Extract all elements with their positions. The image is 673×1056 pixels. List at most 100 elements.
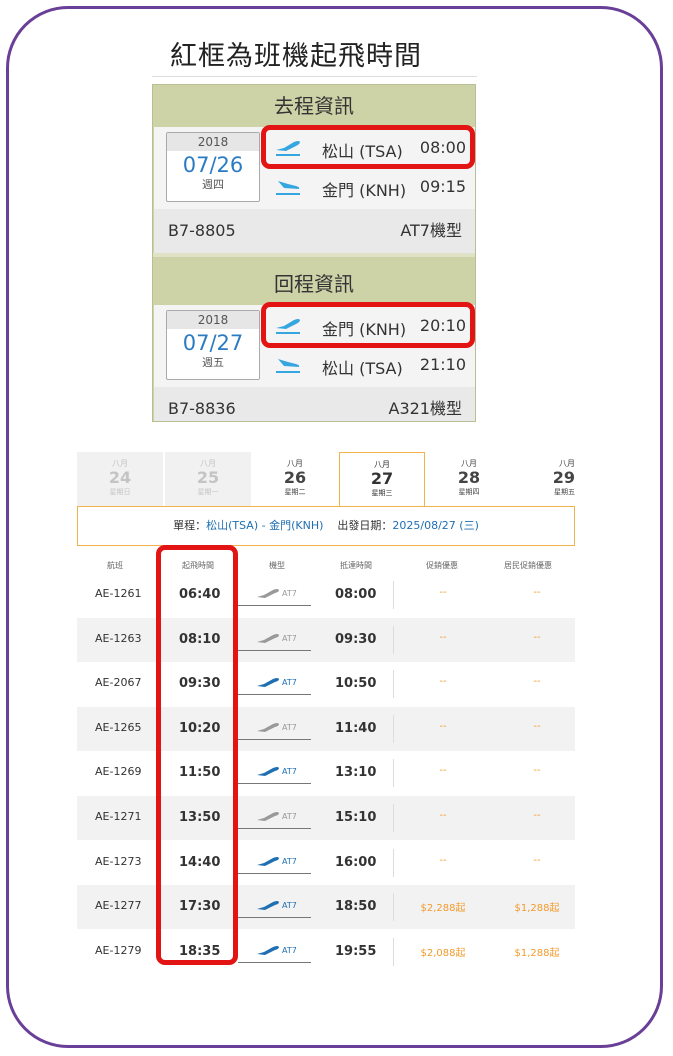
column-divider — [393, 893, 394, 922]
outbound-footer: B7-8805 AT7機型 — [154, 209, 475, 253]
route-bar: 單程：松山(TSA) - 金門(KNH) 出發日期：2025/08/27 (三) — [77, 506, 575, 546]
landing-icon — [276, 181, 300, 195]
col-resident-promo: 居民促銷優惠 — [504, 561, 552, 570]
column-divider — [393, 625, 394, 654]
column-divider — [393, 848, 394, 877]
table-row[interactable]: AE-1261 06:40 AT7 08:00 -- -- — [77, 573, 575, 617]
aircraft-type: AT7 — [282, 856, 297, 866]
resident-promo-price: -- — [533, 676, 541, 688]
return-flight-no: B7-8836 — [168, 399, 236, 418]
table-row[interactable]: AE-1273 14:40 AT7 16:00 -- -- — [77, 841, 575, 885]
outbound-date-box: 2018 07/26 週四 — [166, 132, 260, 202]
plane-icon — [257, 856, 279, 866]
aircraft-cell: AT7 — [238, 630, 311, 651]
date-tab-24[interactable]: 八月 24 星期日 — [77, 452, 163, 506]
return-date-box: 2018 07/27 週五 — [166, 310, 260, 380]
return-arrive-time: 21:10 — [419, 355, 466, 374]
promo-price: -- — [439, 631, 447, 643]
resident-promo-price: -- — [533, 587, 541, 598]
tab-weekday: 星期二 — [284, 488, 306, 496]
plane-icon — [257, 767, 279, 777]
flight-number: AE-1271 — [95, 810, 142, 823]
highlight-return-departure — [261, 302, 475, 348]
table-row[interactable]: AE-1279 18:35 AT7 19:55 $2,088起 $1,288起 — [77, 930, 575, 974]
highlight-departure-column — [156, 545, 238, 965]
date-tab-29[interactable]: 八月 29 星期五 — [513, 452, 575, 506]
promo-price: -- — [439, 587, 447, 598]
table-row[interactable]: AE-2067 09:30 AT7 10:50 -- -- — [77, 662, 575, 706]
plane-icon — [257, 722, 279, 732]
table-row[interactable]: AE-1269 11:50 AT7 13:10 -- -- — [77, 751, 575, 795]
date-tab-26[interactable]: 八月 26 星期二 — [252, 452, 338, 506]
arrival-time: 10:50 — [335, 676, 377, 692]
flight-number: AE-2067 — [95, 676, 142, 690]
plane-icon — [257, 633, 279, 643]
aircraft-cell: AT7 — [238, 942, 311, 963]
return-header: 回程資訊 — [274, 272, 354, 296]
divider — [152, 76, 477, 77]
resident-promo-price: $1,288起 — [514, 903, 560, 915]
date-value: 2025/08/27 (三) — [392, 519, 479, 532]
tab-day: 27 — [370, 469, 394, 488]
date-tab-28[interactable]: 八月 28 星期四 — [426, 452, 512, 506]
column-divider — [393, 804, 394, 832]
aircraft-cell: AT7 — [238, 808, 311, 829]
outbound-arrive-airport: 金門 (KNH) — [322, 181, 407, 200]
date-label: 出發日期： — [337, 519, 393, 532]
resident-promo-price: -- — [533, 854, 541, 866]
column-divider — [393, 581, 394, 609]
arrival-time: 13:10 — [335, 765, 377, 781]
outbound-aircraft: AT7機型 — [400, 221, 462, 240]
tab-day: 25 — [196, 468, 220, 487]
aircraft-type: AT7 — [282, 945, 297, 955]
resident-promo-price: -- — [533, 631, 541, 643]
aircraft-type: AT7 — [282, 589, 297, 598]
table-row[interactable]: AE-1277 17:30 AT7 18:50 $2,288起 $1,288起 — [77, 885, 575, 930]
promo-price: -- — [439, 765, 447, 777]
tab-weekday: 星期一 — [197, 488, 219, 496]
tab-day: 29 — [552, 468, 575, 487]
table-row[interactable]: AE-1265 10:20 AT7 11:40 -- -- — [77, 706, 575, 751]
arrival-time: 11:40 — [335, 720, 377, 736]
aircraft-cell: AT7 — [238, 897, 311, 919]
column-divider — [393, 670, 394, 699]
route-value: 松山(TSA) - 金門(KNH) — [206, 519, 324, 532]
resident-promo-price: -- — [533, 810, 541, 821]
promo-price: -- — [439, 854, 447, 866]
landing-icon — [276, 359, 300, 373]
return-arrive-row: 松山 (TSA) 21:10 — [274, 350, 470, 380]
flight-number: AE-1265 — [95, 720, 142, 734]
flight-number: AE-1269 — [95, 765, 142, 779]
flight-number: AE-1273 — [95, 854, 142, 868]
aircraft-type: AT7 — [282, 767, 297, 777]
plane-icon — [257, 945, 279, 955]
outbound-arrive-row: 金門 (KNH) 09:15 — [274, 172, 470, 202]
arrival-time: 08:00 — [335, 587, 377, 602]
return-date: 07/27 — [182, 331, 244, 355]
return-footer: B7-8836 A321機型 — [154, 387, 475, 421]
promo-price: -- — [439, 676, 447, 688]
highlight-outbound-departure — [261, 125, 475, 169]
arrival-time: 15:10 — [335, 810, 377, 825]
table-header: 航班 起飛時間 機型 抵達時間 促銷優惠 居民促銷優惠 — [77, 556, 575, 574]
aircraft-cell: AT7 — [238, 674, 311, 696]
column-divider — [393, 937, 394, 966]
arrival-time: 16:00 — [335, 854, 377, 870]
promo-price: $2,088起 — [420, 947, 466, 959]
col-promo: 促銷優惠 — [426, 561, 458, 570]
col-flight: 航班 — [107, 561, 123, 570]
table-row[interactable]: AE-1271 13:50 AT7 15:10 -- -- — [77, 796, 575, 840]
resident-promo-price: $1,288起 — [514, 947, 560, 959]
tab-weekday: 星期五 — [554, 488, 575, 496]
plane-icon — [257, 812, 279, 821]
table-row[interactable]: AE-1263 08:10 AT7 09:30 -- -- — [77, 617, 575, 662]
aircraft-cell: AT7 — [238, 719, 311, 740]
date-tabs: 八月 24 星期日 八月 25 星期一 八月 26 星期二 八月 27 星期三 … — [77, 452, 575, 507]
return-aircraft: A321機型 — [388, 399, 463, 418]
col-aircraft: 機型 — [269, 561, 285, 570]
section-separator — [153, 253, 475, 257]
tab-weekday: 星期四 — [458, 488, 480, 496]
date-tab-27-active[interactable]: 八月 27 星期三 — [339, 452, 425, 507]
aircraft-type: AT7 — [282, 901, 297, 911]
date-tab-25[interactable]: 八月 25 星期一 — [165, 452, 251, 506]
